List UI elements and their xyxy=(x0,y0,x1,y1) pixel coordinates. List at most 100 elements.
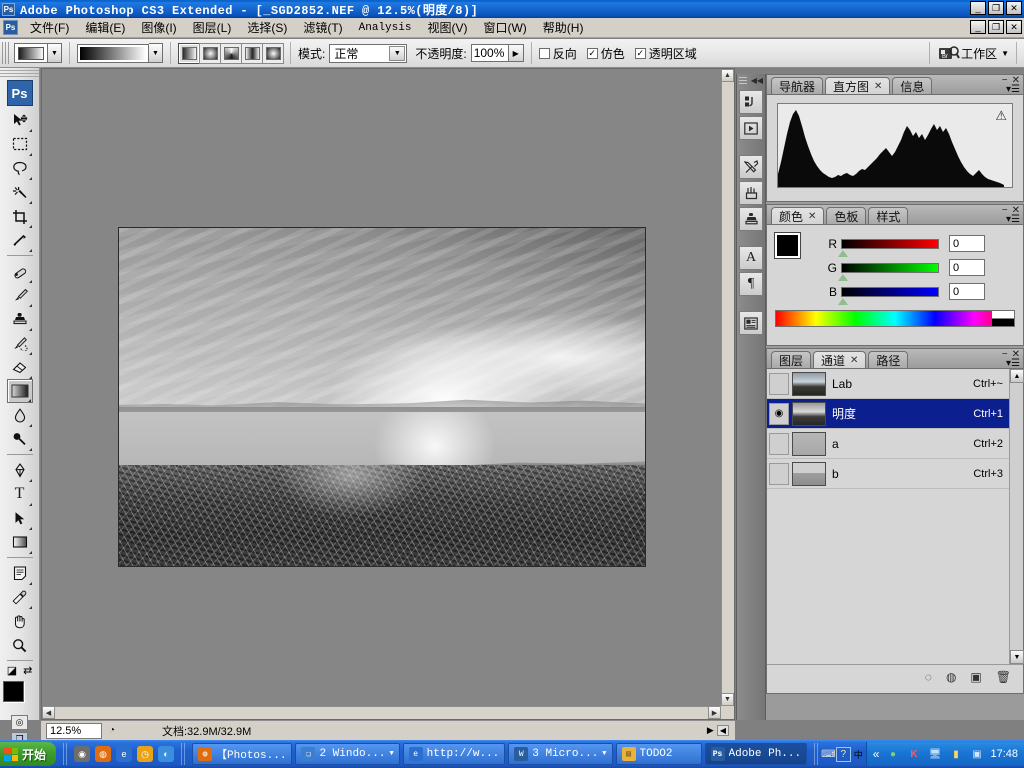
channel-row-b[interactable]: b Ctrl+3 xyxy=(767,459,1023,489)
dodge-tool[interactable] xyxy=(7,427,33,451)
color-panel-foreground-swatch[interactable] xyxy=(774,232,801,259)
menu-analysis[interactable]: Analysis xyxy=(351,20,420,36)
layer-comps-panel-icon[interactable] xyxy=(739,311,763,335)
eyedropper-tool[interactable] xyxy=(7,585,33,609)
zoom-level-input[interactable]: 12.5% xyxy=(46,722,102,739)
taskitem-todo2-folder[interactable]: ▤ TODO2 xyxy=(615,743,702,765)
delete-channel-button[interactable]: 🗑 xyxy=(996,670,1011,684)
tool-preset-dropdown[interactable]: ▼ xyxy=(48,43,62,63)
save-selection-as-channel-button[interactable]: ◍ xyxy=(946,670,956,684)
tab-navigator[interactable]: 导航器 xyxy=(771,77,824,94)
channel-row-lab[interactable]: Lab Ctrl+~ xyxy=(767,369,1023,399)
load-channel-as-selection-button[interactable]: ◌ xyxy=(925,670,932,684)
type-tool[interactable]: T xyxy=(7,482,33,506)
pen-tool[interactable] xyxy=(7,458,33,482)
scroll-left-icon[interactable]: ◀ xyxy=(42,706,55,719)
opacity-slider-arrow-icon[interactable]: ▶ xyxy=(508,44,524,62)
opacity-input[interactable]: 100% xyxy=(470,44,509,62)
bridge-icon[interactable]: Br xyxy=(937,43,961,63)
hand-tool[interactable] xyxy=(7,609,33,633)
gradient-tool[interactable] xyxy=(6,379,33,403)
menu-edit[interactable]: 编辑(E) xyxy=(77,17,133,38)
menu-window[interactable]: 窗口(W) xyxy=(475,17,534,38)
histogram-panel-menu-icon[interactable]: ▾☰ xyxy=(1006,84,1020,95)
document-minimize-button[interactable]: _ xyxy=(970,20,986,34)
tab-channels[interactable]: 通道 ✕ xyxy=(813,351,867,368)
media-player-quicklaunch-icon[interactable]: ◉ xyxy=(74,746,91,762)
visibility-toggle-icon[interactable] xyxy=(769,462,789,485)
green-channel-slider[interactable] xyxy=(838,262,939,281)
default-colors-icon[interactable]: ◪ xyxy=(7,664,17,677)
tab-styles[interactable]: 样式 xyxy=(868,207,909,224)
diamond-gradient-button[interactable] xyxy=(262,42,284,64)
close-button[interactable]: ✕ xyxy=(1006,1,1022,15)
actions-panel-icon[interactable] xyxy=(739,116,763,140)
visibility-toggle-icon[interactable] xyxy=(769,372,789,395)
help-icon[interactable]: ? xyxy=(835,746,851,762)
channel-row-a[interactable]: a Ctrl+2 xyxy=(767,429,1023,459)
lasso-tool[interactable] xyxy=(7,156,33,180)
brushes-panel-icon[interactable] xyxy=(739,181,763,205)
path-selection-tool[interactable] xyxy=(7,506,33,530)
kaspersky-tray-icon[interactable]: K xyxy=(906,747,921,762)
internet-explorer-quicklaunch-icon[interactable]: e xyxy=(116,746,133,762)
collapse-panels-icon[interactable]: ◀◀ xyxy=(751,76,763,85)
healing-brush-tool[interactable] xyxy=(7,259,33,283)
green-channel-value[interactable]: 0 xyxy=(949,259,985,276)
crop-tool[interactable] xyxy=(7,204,33,228)
swap-colors-icon[interactable]: ⇄ xyxy=(23,664,32,677)
status-proxy-icon[interactable]: ◔ xyxy=(102,723,122,739)
image-canvas[interactable] xyxy=(118,227,646,567)
blend-mode-select[interactable]: 正常 ▼ xyxy=(329,43,408,63)
reflected-gradient-button[interactable] xyxy=(241,42,263,64)
canvas-horizontal-scrollbar[interactable]: ◀ ▶ xyxy=(42,706,721,719)
history-panel-icon[interactable] xyxy=(739,90,763,114)
character-panel-icon[interactable]: A xyxy=(739,246,763,270)
workspace-button[interactable]: 工作区 ▼ xyxy=(961,45,1009,62)
red-slider-thumb[interactable] xyxy=(838,249,848,257)
history-brush-tool[interactable] xyxy=(7,331,33,355)
tab-swatches[interactable]: 色板 xyxy=(826,207,867,224)
scroll-right-icon[interactable]: ▶ xyxy=(708,706,721,719)
shape-tool[interactable] xyxy=(7,530,33,554)
maximize-button[interactable]: ❐ xyxy=(988,1,1004,15)
show-hidden-icons-icon[interactable]: « xyxy=(873,747,880,761)
firefox-quicklaunch-icon[interactable]: ◍ xyxy=(95,746,112,762)
chevron-down-icon[interactable]: ▼ xyxy=(389,45,406,61)
transparency-checkbox[interactable]: ✓ 透明区域 xyxy=(634,45,697,62)
gradient-preview[interactable] xyxy=(77,43,149,63)
chevron-down-icon[interactable]: ▼ xyxy=(602,750,606,758)
channels-panel-menu-icon[interactable]: ▾☰ xyxy=(1006,358,1020,369)
tool-preset-picker[interactable] xyxy=(14,43,48,63)
red-channel-value[interactable]: 0 xyxy=(949,235,985,252)
dither-checkbox[interactable]: ✓ 仿色 xyxy=(586,45,625,62)
brush-tool[interactable] xyxy=(7,283,33,307)
document-maximize-button[interactable]: ❐ xyxy=(988,20,1004,34)
chevron-down-icon[interactable]: ▼ xyxy=(389,750,393,758)
quick-mask-icon[interactable]: ◎ xyxy=(11,715,28,730)
close-icon[interactable]: ✕ xyxy=(808,211,816,222)
monitor-tray-icon[interactable]: ▣ xyxy=(969,747,984,762)
scroll-down-icon[interactable]: ▼ xyxy=(1010,650,1024,664)
blue-channel-slider[interactable] xyxy=(838,286,939,305)
marquee-tool[interactable] xyxy=(7,132,33,156)
volume-tray-icon[interactable]: ▮ xyxy=(948,747,963,762)
tool-presets-panel-icon[interactable] xyxy=(739,155,763,179)
menu-view[interactable]: 视图(V) xyxy=(419,17,475,38)
close-icon[interactable]: ✕ xyxy=(874,81,882,92)
dock-strip-grip[interactable] xyxy=(739,76,747,84)
tab-histogram[interactable]: 直方图 ✕ xyxy=(825,77,891,94)
close-icon[interactable]: ✕ xyxy=(850,355,858,366)
channels-scrollbar[interactable]: ▲ ▼ xyxy=(1009,369,1024,664)
start-button[interactable]: 开始 xyxy=(0,742,57,766)
language-indicator-icon[interactable]: 中 xyxy=(851,747,866,762)
color-spectrum-ramp[interactable] xyxy=(775,310,1015,327)
color-panel-menu-icon[interactable]: ▾☰ xyxy=(1006,214,1020,225)
visibility-toggle-icon[interactable] xyxy=(769,432,789,455)
options-bar-grip[interactable] xyxy=(2,42,11,64)
magic-wand-tool[interactable] xyxy=(7,180,33,204)
minimize-button[interactable]: _ xyxy=(970,1,986,15)
taskbar-clock[interactable]: 17:48 xyxy=(990,748,1018,760)
clone-stamp-tool[interactable] xyxy=(7,307,33,331)
radial-gradient-button[interactable] xyxy=(199,42,221,64)
